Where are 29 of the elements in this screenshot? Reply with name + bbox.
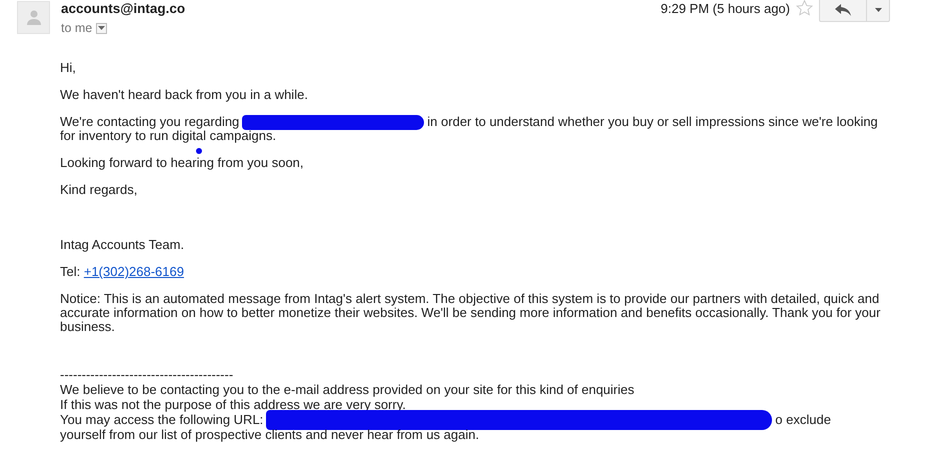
timestamp: 9:29 PM (5 hours ago) [660,1,790,16]
sender-address: accounts@intag.co [61,1,186,17]
paragraph: We believe to be contacting you to the e-mail address provided on your site for this kind of enquiries [60,382,636,397]
reply-icon [835,4,851,16]
caret-icon [874,8,882,12]
signature-name: Intag Accounts Team. [60,238,184,252]
text-fragment: We're contacting you regarding [60,115,240,129]
phone-link[interactable]: +1(302)268-6169 [84,264,184,279]
person-icon [26,10,40,25]
recipient-label: to me [61,21,92,35]
notice-paragraph: Notice: This is an automated message from Intag's alert system. The objective of this system is to provide our partners with detailed, quick and accurate information on how to better monetize their websites. We'll be sending more information and benefits occasionally. Thank you for your business. [60,292,882,334]
paragraph: We haven't heard back from you in a while. [60,88,308,102]
paragraph: If this was not the purpose of this address we are very sorry. [60,397,407,412]
separator-text: ---------------------------------------- [60,367,234,382]
reply-button[interactable] [819,0,867,22]
details-dropdown[interactable] [96,22,108,34]
paragraph: yourself from our list of prospective clients and never hear from us again. [60,427,480,442]
paragraph: Kind regards, [60,183,138,197]
tel-label: Tel: [60,264,82,279]
ink-dot [196,148,202,154]
text-fragment: in order to understand whether you buy or sell impressions since we're looking [427,115,878,129]
more-button[interactable] [866,0,890,22]
greeting: Hi, [60,61,76,75]
text-fragment: You may access the following URL: [60,412,264,426]
caret-icon [98,26,106,30]
text-fragment: o exclude [775,412,831,426]
text-fragment: for inventory to run digital campaigns. [60,129,276,143]
star-icon[interactable] [796,0,813,16]
paragraph: Looking forward to hearing from you soon, [60,156,304,170]
